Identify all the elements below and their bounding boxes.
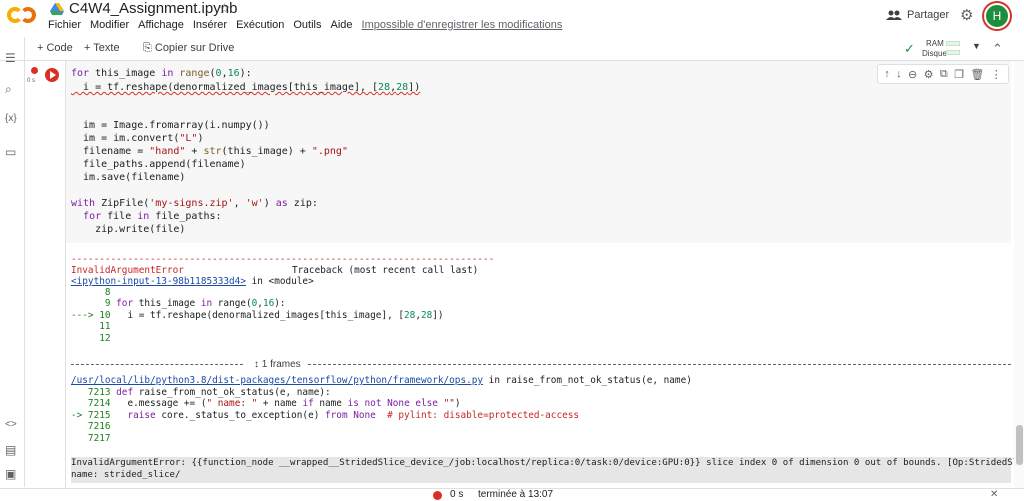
notebook-title[interactable]: C4W4_Assignment.ipynb: [69, 0, 237, 17]
code-line-error: i = tf.reshape(denormalized_images[this_…: [71, 82, 421, 93]
resource-indicator[interactable]: ✓ RAM Disque ▼: [904, 38, 984, 60]
close-icon[interactable]: ✕: [990, 489, 998, 500]
move-up-icon[interactable]: ↑: [884, 68, 890, 80]
code-snippets-icon[interactable]: <>: [5, 419, 17, 430]
frames-toggle[interactable]: ↕ 1 frames: [254, 359, 301, 370]
trace-line-current: ---> 10 i = tf.reshape(denormalized_imag…: [71, 310, 444, 321]
run-cell-button[interactable]: [45, 68, 59, 82]
terminal-icon[interactable]: ▣: [5, 467, 16, 481]
status-exec-time: 0 s: [450, 489, 464, 500]
delete-icon[interactable]: 🗑: [970, 68, 984, 81]
output-error-name: InvalidArgumentError: [71, 265, 184, 276]
save-warning-link[interactable]: Impossible d'enregistrer les modificatio…: [362, 19, 563, 31]
folder-icon[interactable]: ▭: [5, 145, 16, 159]
code-line: with ZipFile('my-signs.zip', 'w') as zip…: [71, 198, 318, 209]
ops-line: 7216: [71, 421, 111, 432]
disk-bar: [946, 50, 960, 55]
notebook-toolbar: + Code + Texte ⎘ Copier sur Drive ✓ RAM …: [0, 37, 1024, 61]
menu-tools[interactable]: Outils: [293, 19, 321, 31]
code-cell-bg: [497, 103, 1011, 243]
menu-insert[interactable]: Insérer: [193, 19, 227, 31]
settings-icon[interactable]: ⚙: [924, 68, 934, 81]
more-icon[interactable]: ⋮: [991, 68, 1002, 81]
final-error-line-2: name: strided_slice/: [71, 470, 181, 480]
copy-drive-button[interactable]: ⎘ Copier sur Drive: [143, 42, 234, 55]
menu-file[interactable]: Fichier: [48, 19, 81, 31]
scrollbar-track[interactable]: [1014, 61, 1024, 488]
ops-line-current: -> 7215 raise core._status_to_exception(…: [71, 410, 580, 421]
check-icon: ✓: [904, 41, 915, 56]
top-bar: C4W4_Assignment.ipynb ☆ Fichier Modifier…: [0, 0, 1024, 37]
ram-bar: [946, 41, 960, 46]
code-line: im = im.convert("L"): [71, 133, 204, 144]
expand-icon: ↕: [254, 359, 262, 370]
ipython-input-link[interactable]: <ipython-input-13-98b1185333d4>: [71, 276, 246, 287]
trace-line: 8: [71, 287, 111, 298]
link-icon[interactable]: ⊖: [908, 68, 917, 81]
code-line: file_paths.append(filename): [71, 159, 246, 170]
menu-view[interactable]: Affichage: [138, 19, 184, 31]
mirror-icon[interactable]: ⧉: [940, 68, 948, 81]
status-error-icon: [433, 491, 442, 500]
trace-line: 9 for this_image in range(0,16):: [71, 298, 286, 309]
ops-line: 7217: [71, 433, 111, 444]
drive-copy-icon: ⎘: [143, 42, 152, 54]
frames-divider-right: [308, 364, 1011, 365]
code-line: for file in file_paths:: [83, 211, 222, 222]
search-icon[interactable]: ⌕: [5, 82, 12, 97]
ops-line: 7214 e.message += (" name: " + name if n…: [71, 398, 461, 409]
code-line: im.save(filename): [71, 172, 186, 183]
command-palette-icon[interactable]: ▤: [5, 443, 16, 457]
status-bar: 0 s terminée à 13:07 ✕: [0, 488, 1024, 501]
ram-label: RAM: [926, 39, 944, 48]
chevron-up-icon[interactable]: ⌃: [992, 41, 1003, 57]
add-text-button[interactable]: + Texte: [84, 42, 120, 54]
copy-drive-label: Copier sur Drive: [154, 42, 235, 54]
disk-label: Disque: [922, 49, 947, 58]
add-code-button[interactable]: + Code: [37, 42, 73, 54]
toc-icon[interactable]: ☰: [5, 51, 16, 65]
error-indicator-icon: [31, 67, 38, 74]
code-line: filename = "hand" + str(this_image) + ".…: [71, 146, 348, 157]
output-dashes: ----------------------------------------…: [71, 254, 495, 265]
share-label: Partager: [907, 9, 950, 21]
scrollbar-thumb[interactable]: [1016, 425, 1023, 465]
code-line: for this_image in range(0,16):: [71, 68, 252, 79]
trace-line: 12: [71, 333, 111, 344]
variables-icon[interactable]: {x}: [5, 113, 17, 124]
status-completed: terminée à 13:07: [478, 489, 554, 500]
menu-bar: Fichier Modifier Affichage Insérer Exécu…: [48, 19, 571, 31]
cell-toolbar: ↑ ↓ ⊖ ⚙ ⧉ ❐ 🗑 ⋮: [877, 64, 1009, 84]
ops-path-link[interactable]: /usr/local/lib/python3.8/dist-packages/t…: [71, 375, 483, 386]
menu-help[interactable]: Aide: [331, 19, 353, 31]
chevron-down-icon[interactable]: ▼: [972, 41, 981, 51]
final-error-line-1: InvalidArgumentError: {{function_node __…: [71, 458, 1024, 468]
move-down-icon[interactable]: ↓: [896, 68, 902, 80]
menu-edit[interactable]: Modifier: [90, 19, 129, 31]
left-sidebar: ☰ ⌕ {x} ▭ <> ▤ ▣: [0, 37, 25, 487]
traceback-header: Traceback (most recent call last): [292, 265, 479, 276]
code-line: zip.write(file): [71, 224, 186, 235]
traceback-source: <ipython-input-13-98b1185333d4> in <modu…: [71, 276, 314, 287]
ops-line: 7213 def raise_from_not_ok_status(e, nam…: [71, 387, 331, 398]
colab-logo[interactable]: [6, 4, 40, 26]
people-icon: [886, 10, 902, 20]
code-line: im = Image.fromarray(i.numpy()): [71, 120, 270, 131]
share-button[interactable]: Partager: [886, 9, 949, 21]
execution-time: 0 s: [27, 78, 36, 84]
star-icon[interactable]: ☆: [218, 0, 231, 17]
ops-source: /usr/local/lib/python3.8/dist-packages/t…: [71, 375, 692, 386]
avatar[interactable]: H: [984, 3, 1010, 29]
copy-icon[interactable]: ❐: [954, 68, 964, 81]
menu-runtime[interactable]: Exécution: [236, 19, 284, 31]
gear-icon[interactable]: ⚙: [960, 6, 973, 24]
drive-icon: [50, 3, 64, 15]
trace-line: 11: [71, 321, 111, 332]
frames-divider-left: [71, 364, 243, 365]
